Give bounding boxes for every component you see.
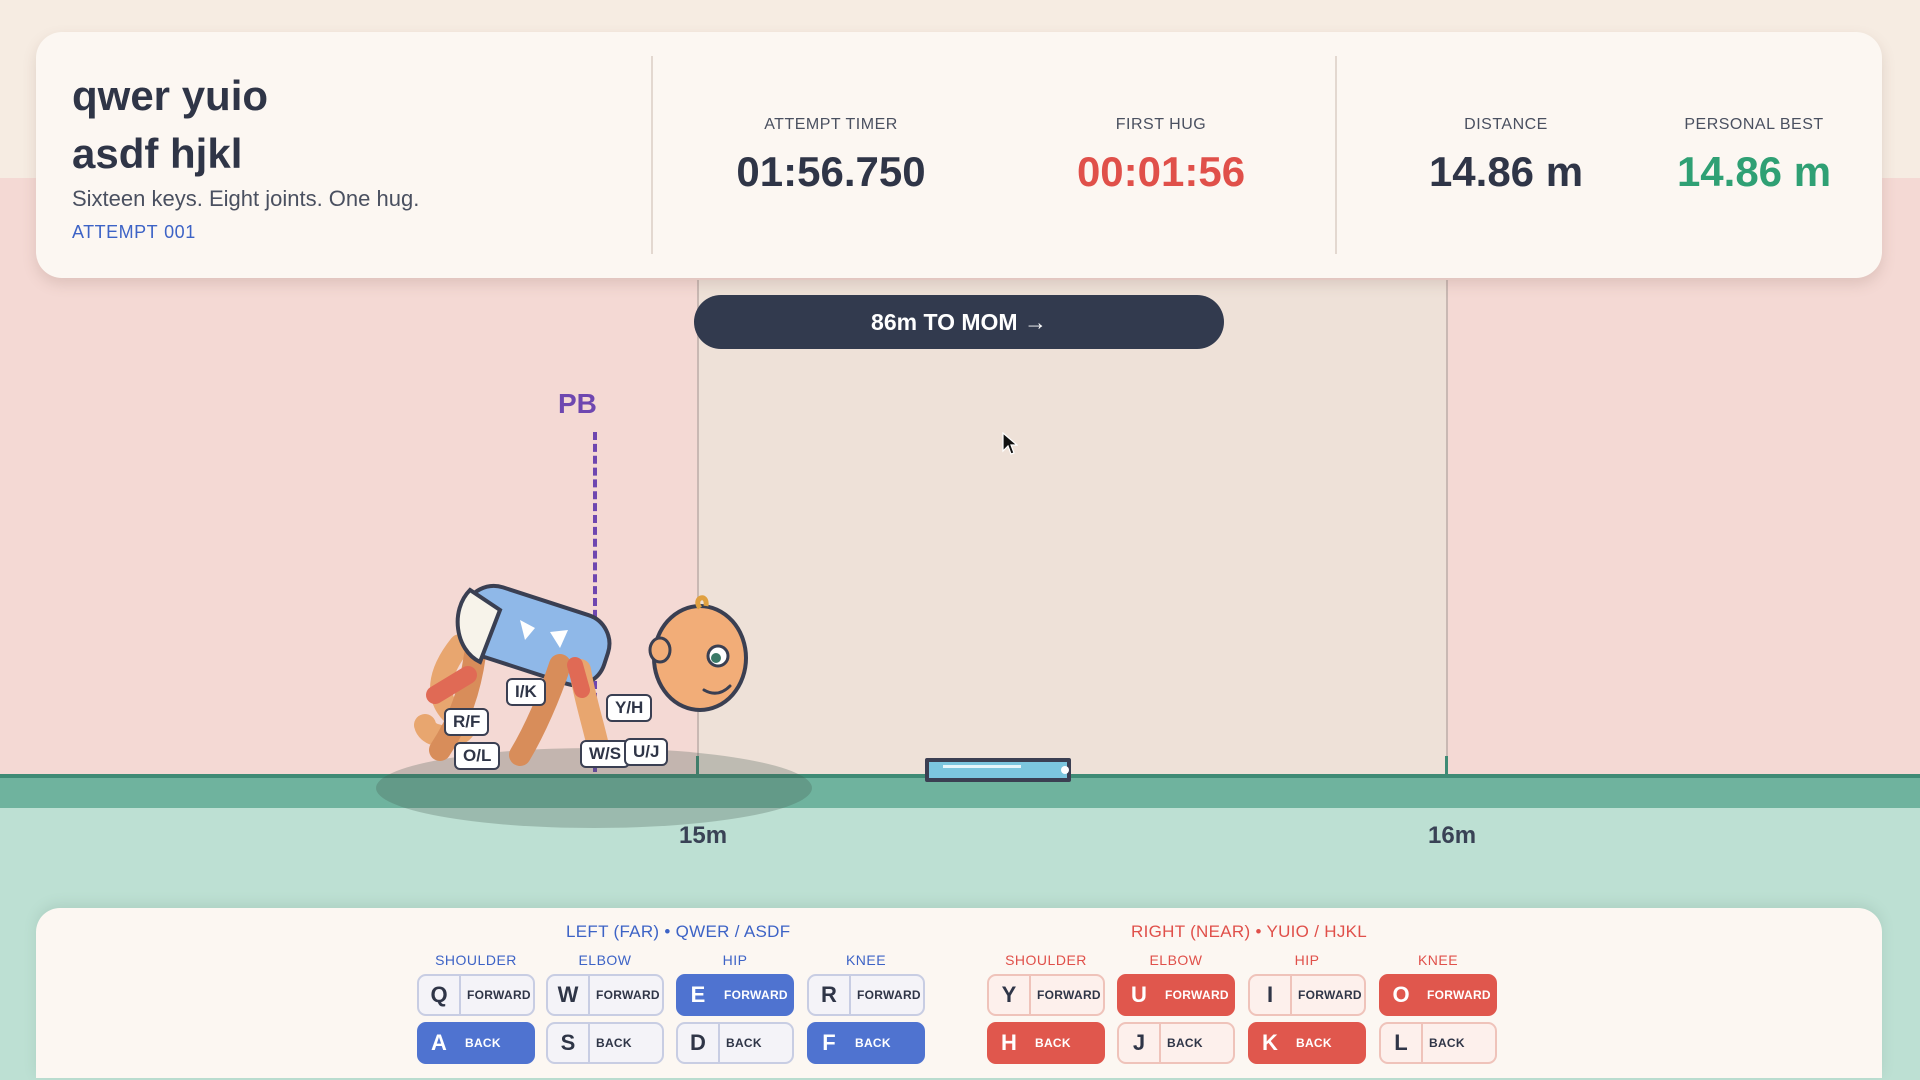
baby-character: R/F I/K Y/H O/L W/S U/J bbox=[400, 570, 760, 790]
key-action-label: FORWARD bbox=[1165, 988, 1229, 1002]
left-hip-label: HIP bbox=[722, 952, 748, 968]
key-action-label: FORWARD bbox=[1290, 976, 1362, 1014]
key-letter: A bbox=[431, 1030, 447, 1055]
distance-value: 14.86 m bbox=[1428, 148, 1584, 195]
controls-panel: LEFT (FAR) • QWER / ASDF RIGHT (NEAR) • … bbox=[36, 908, 1882, 1078]
key-letter: S bbox=[560, 1030, 576, 1055]
tagline: Sixteen keys. Eight joints. One hug. bbox=[72, 186, 420, 211]
attempt-timer-value: 01:56.750 bbox=[736, 148, 926, 195]
zone-boundary-16m bbox=[1446, 280, 1448, 778]
key-letter: W bbox=[557, 982, 579, 1007]
mat-highlight bbox=[943, 765, 1021, 768]
right-knee-label: KNEE bbox=[1417, 952, 1459, 968]
first-hug-label: FIRST HUG bbox=[1115, 116, 1207, 133]
hug-mat bbox=[925, 758, 1071, 782]
first-hug-stat: FIRST HUG 00:01:56 bbox=[1046, 116, 1276, 196]
key-letter: E bbox=[690, 982, 706, 1007]
personal-best-stat: PERSONAL BEST 14.86 m bbox=[1644, 116, 1864, 196]
key-letter: R bbox=[821, 982, 837, 1007]
key-letter: Q bbox=[430, 982, 448, 1007]
distance-to-mom-banner: 86m TO MOM → bbox=[694, 295, 1224, 349]
hud-divider bbox=[651, 56, 653, 254]
left-hip-back-key[interactable]: D BACK bbox=[676, 1022, 794, 1064]
key-action-label: FORWARD bbox=[724, 988, 788, 1002]
current-meter-zone bbox=[697, 280, 1447, 778]
key-letter: U bbox=[1131, 982, 1147, 1007]
right-knee-forward-key[interactable]: O FORWARD bbox=[1379, 974, 1497, 1016]
distance-tick-16m bbox=[1445, 756, 1448, 778]
limb-label-y-h: Y/H bbox=[606, 694, 653, 722]
key-action-label: BACK bbox=[1296, 1036, 1332, 1050]
left-controls-header: LEFT (FAR) • QWER / ASDF bbox=[566, 922, 791, 941]
right-shoulder-back-key[interactable]: H BACK bbox=[987, 1022, 1105, 1064]
right-elbow-forward-key[interactable]: U FORWARD bbox=[1117, 974, 1235, 1016]
limb-label-r-f: R/F bbox=[444, 708, 490, 736]
personal-best-value: 14.86 m bbox=[1676, 148, 1832, 195]
personal-best-label: PERSONAL BEST bbox=[1684, 116, 1824, 133]
key-letter: L bbox=[1394, 1030, 1408, 1055]
first-hug-value: 00:01:56 bbox=[1076, 148, 1246, 195]
attempt-number: 001 bbox=[164, 222, 196, 242]
left-knee-back-key[interactable]: F BACK bbox=[807, 1022, 925, 1064]
game-title-line-1: qwer yuio bbox=[72, 72, 269, 119]
left-knee-label: KNEE bbox=[845, 952, 887, 968]
mouse-cursor-icon bbox=[1002, 432, 1018, 455]
key-action-label: BACK bbox=[718, 1024, 762, 1062]
limb-label-w-s: W/S bbox=[580, 740, 631, 768]
distance-stat: DISTANCE 14.86 m bbox=[1401, 116, 1611, 196]
left-elbow-back-key[interactable]: S BACK bbox=[546, 1022, 664, 1064]
right-elbow-label: ELBOW bbox=[1149, 952, 1203, 968]
key-action-label: BACK bbox=[1035, 1036, 1071, 1050]
distance-marker-16m: 16m bbox=[1428, 822, 1477, 849]
hud-divider bbox=[1335, 56, 1337, 254]
key-action-label: FORWARD bbox=[849, 976, 921, 1014]
key-letter: D bbox=[690, 1030, 706, 1055]
right-hip-back-key[interactable]: K BACK bbox=[1248, 1022, 1366, 1064]
left-hip-forward-key[interactable]: E FORWARD bbox=[676, 974, 794, 1016]
right-hip-label: HIP bbox=[1294, 952, 1320, 968]
key-letter: F bbox=[822, 1030, 836, 1055]
key-letter: O bbox=[1392, 982, 1410, 1007]
left-shoulder-label: SHOULDER bbox=[435, 952, 517, 968]
limb-label-u-j: U/J bbox=[624, 738, 669, 766]
right-shoulder-label: SHOULDER bbox=[1005, 952, 1087, 968]
key-action-label: BACK bbox=[465, 1036, 501, 1050]
key-letter: I bbox=[1266, 982, 1274, 1007]
key-letter: Y bbox=[1001, 982, 1017, 1007]
mat-rivet bbox=[1061, 766, 1069, 774]
distance-marker-15m: 15m bbox=[679, 822, 728, 849]
attempt-counter: ATTEMPT 001 bbox=[72, 222, 202, 243]
attempt-label: ATTEMPT bbox=[72, 222, 159, 242]
key-action-label: FORWARD bbox=[1427, 988, 1491, 1002]
key-letter: H bbox=[1001, 1030, 1017, 1055]
left-shoulder-forward-key[interactable]: Q FORWARD bbox=[417, 974, 535, 1016]
distance-label: DISTANCE bbox=[1464, 116, 1548, 133]
left-knee-forward-key[interactable]: R FORWARD bbox=[807, 974, 925, 1016]
left-shoulder-back-key[interactable]: A BACK bbox=[417, 1022, 535, 1064]
right-shoulder-forward-key[interactable]: Y FORWARD bbox=[987, 974, 1105, 1016]
right-controls-header: RIGHT (NEAR) • YUIO / HJKL bbox=[1131, 922, 1368, 941]
limb-label-i-k: I/K bbox=[506, 678, 546, 706]
key-action-label: FORWARD bbox=[588, 976, 660, 1014]
key-action-label: FORWARD bbox=[459, 976, 531, 1014]
key-action-label: BACK bbox=[1159, 1024, 1203, 1062]
key-action-label: FORWARD bbox=[1029, 976, 1101, 1014]
key-action-label: BACK bbox=[855, 1036, 891, 1050]
game-title-line-2: asdf hjkl bbox=[72, 130, 243, 177]
attempt-timer-stat: ATTEMPT TIMER 01:56.750 bbox=[716, 116, 946, 196]
key-letter: J bbox=[1132, 1030, 1146, 1055]
left-elbow-forward-key[interactable]: W FORWARD bbox=[546, 974, 664, 1016]
right-elbow-back-key[interactable]: J BACK bbox=[1117, 1022, 1235, 1064]
right-knee-back-key[interactable]: L BACK bbox=[1379, 1022, 1497, 1064]
attempt-timer-label: ATTEMPT TIMER bbox=[764, 116, 898, 133]
key-action-label: BACK bbox=[588, 1024, 632, 1062]
key-action-label: BACK bbox=[1421, 1024, 1465, 1062]
left-elbow-label: ELBOW bbox=[578, 952, 632, 968]
limb-label-o-l: O/L bbox=[454, 742, 501, 770]
key-letter: K bbox=[1262, 1030, 1278, 1055]
pb-marker-label: PB bbox=[558, 388, 597, 419]
right-hip-forward-key[interactable]: I FORWARD bbox=[1248, 974, 1366, 1016]
hud-panel: qwer yuio asdf hjkl Sixteen keys. Eight … bbox=[36, 32, 1882, 278]
